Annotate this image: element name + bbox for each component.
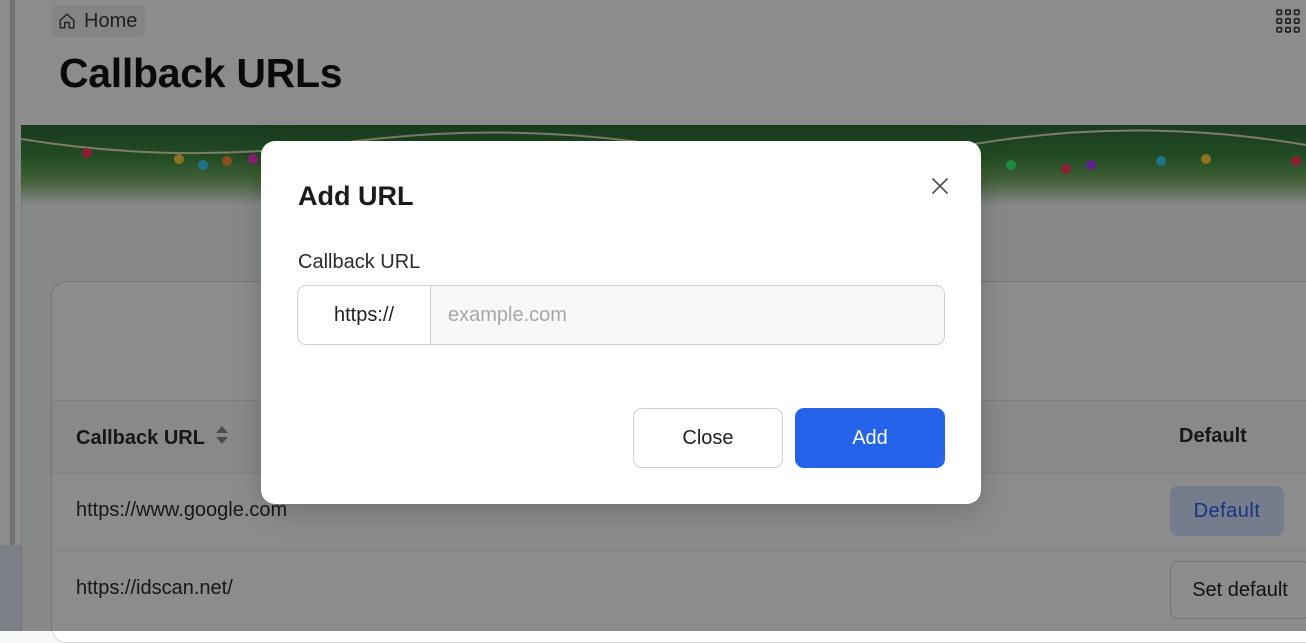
callback-url-label: Callback URL	[298, 251, 421, 273]
close-button[interactable]: Close	[633, 408, 783, 468]
add-url-dialog: Add URL Callback URL https:// Close Add	[261, 141, 981, 504]
url-prefix: https://	[298, 286, 431, 344]
dialog-title: Add URL	[298, 181, 414, 211]
callback-url-input-group: https://	[297, 285, 945, 345]
close-icon[interactable]	[926, 172, 954, 200]
add-button[interactable]: Add	[795, 408, 945, 468]
callback-url-input[interactable]	[431, 286, 944, 344]
